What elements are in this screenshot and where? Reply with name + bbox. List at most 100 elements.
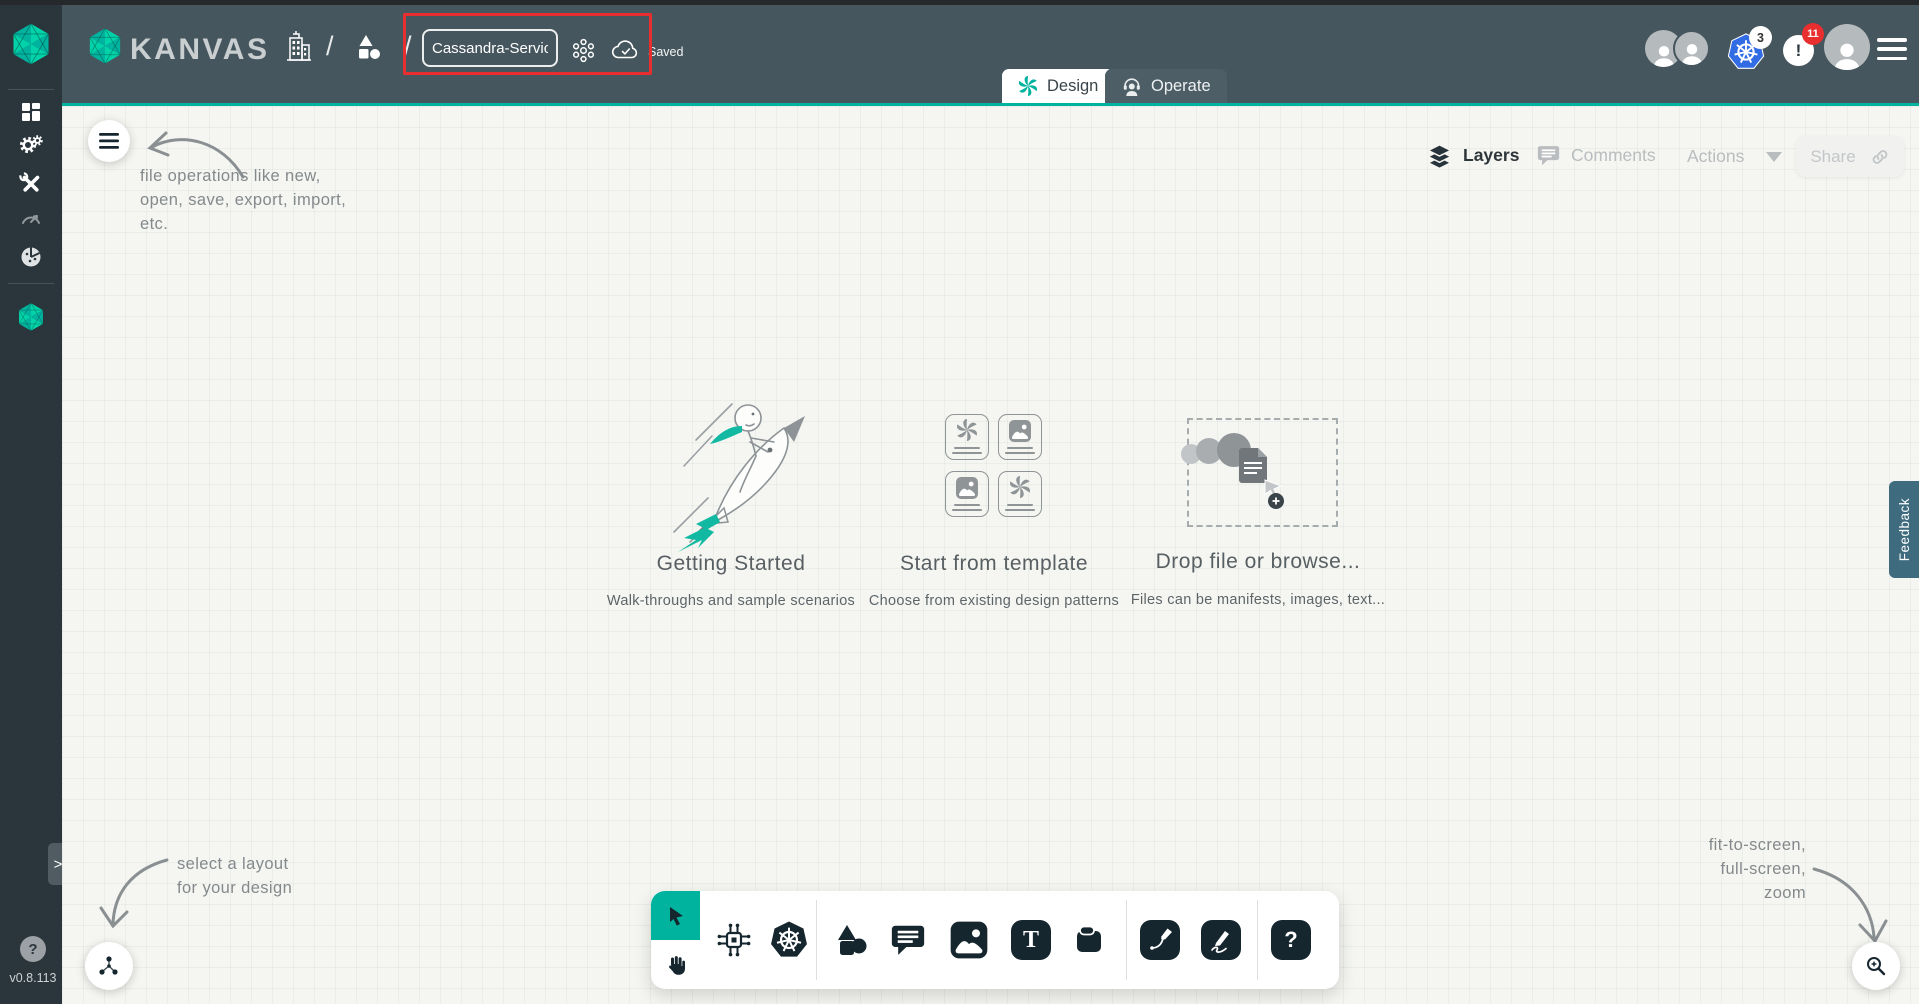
design-spiral-icon [1018, 76, 1038, 96]
sidebar-item-catalog[interactable] [0, 244, 62, 275]
organization-icon[interactable] [284, 29, 314, 70]
image-icon [949, 920, 989, 960]
upload-illustration [1181, 433, 1284, 509]
actions-label: Actions [1687, 146, 1745, 166]
gears-icon [18, 133, 44, 164]
sidebar-item-toolkit[interactable] [0, 171, 62, 202]
card-subtitle: Files can be manifests, images, text... [1130, 592, 1386, 608]
template-thumb [945, 471, 989, 517]
design-name-input[interactable] [422, 29, 558, 67]
file-ops-annotation: file operations like new, open, save, ex… [140, 167, 347, 233]
kubernetes-tool-button[interactable] [768, 919, 810, 961]
saved-status: Saved [648, 45, 684, 59]
text-tool-button[interactable]: T [1010, 919, 1052, 961]
notification-count-badge: 11 [1802, 23, 1824, 45]
comments-icon [1536, 143, 1561, 168]
shapes-tool-button[interactable] [831, 919, 873, 961]
note-tool-button[interactable] [1068, 919, 1110, 961]
freehand-tool-button[interactable] [1200, 919, 1242, 961]
toolbar-help-button[interactable]: ? [1270, 919, 1312, 961]
tab-operate[interactable]: Operate [1105, 69, 1227, 103]
comments-button[interactable]: Comments [1536, 143, 1656, 168]
kubernetes-context-button[interactable]: 3 [1727, 26, 1772, 72]
user-avatar[interactable] [1824, 24, 1870, 70]
sidebar-item-dashboard[interactable] [0, 100, 62, 129]
template-thumb [998, 471, 1042, 517]
layout-annotation: select a layout for your design [177, 855, 293, 897]
pen-tool-button[interactable] [1139, 919, 1181, 961]
pencil-scribble-icon [1211, 931, 1229, 953]
components-tool-button[interactable] [713, 919, 755, 961]
template-thumb [998, 414, 1042, 460]
zoom-arrow [1812, 867, 1888, 944]
file-drop-zone[interactable] [1181, 418, 1338, 527]
notifications-button[interactable]: ! 11 [1781, 23, 1829, 75]
file-menu-button[interactable] [88, 120, 130, 162]
environment-cluster-icon[interactable] [570, 37, 597, 69]
kanvas-app: ? v0.8.113 > KANVAS / / Cassandra-Servic… [0, 0, 1919, 1004]
sidebar-divider [8, 283, 54, 284]
image-tool-button[interactable] [948, 919, 990, 961]
layers-toggle[interactable]: Layers [1426, 142, 1519, 169]
breadcrumb-separator: / [326, 31, 334, 61]
comments-label: Comments [1571, 145, 1656, 165]
share-button[interactable]: Share [1796, 136, 1904, 177]
operate-headset-icon [1123, 77, 1140, 96]
layers-icon [1426, 143, 1453, 169]
sidebar-item-settings[interactable] [0, 133, 62, 164]
kubernetes-count-badge: 3 [1749, 26, 1772, 49]
sidebar-item-kanvas[interactable] [0, 302, 62, 332]
template-thumb [945, 414, 989, 460]
tab-operate-label: Operate [1151, 76, 1211, 95]
tab-design-label: Design [1047, 76, 1099, 95]
help-button[interactable]: ? [20, 936, 46, 962]
meshery-logo[interactable] [0, 22, 62, 66]
header-menu-button[interactable] [1877, 38, 1907, 60]
layout-select-button[interactable] [85, 942, 133, 990]
shapes-icon [838, 925, 867, 955]
actions-dropdown[interactable]: Actions [1687, 146, 1783, 167]
catalog-pie-icon [18, 244, 44, 275]
tools-icon [18, 171, 44, 202]
feedback-tab[interactable]: Feedback [1889, 481, 1919, 578]
rocket-illustration [673, 403, 805, 552]
cursor-icon [669, 906, 683, 926]
pen-path-icon [1150, 928, 1172, 950]
share-label: Share [1810, 146, 1856, 166]
dashboard-icon [19, 100, 43, 129]
layout-graph-icon [99, 956, 118, 975]
sidebar-divider [8, 89, 54, 90]
help-glyph: ? [28, 940, 38, 958]
link-icon [1872, 149, 1888, 164]
chevron-down-icon [1766, 151, 1783, 162]
feedback-label: Feedback [1896, 497, 1912, 562]
comment-tool-button[interactable] [887, 919, 929, 961]
note-icon [1077, 925, 1101, 952]
toolbar-divider [816, 900, 817, 980]
toolbar-divider [1257, 900, 1258, 980]
sidebar-item-performance[interactable] [0, 207, 62, 236]
layers-label: Layers [1463, 145, 1520, 165]
tab-design[interactable]: Design [1002, 69, 1115, 103]
zoom-in-icon [1867, 957, 1886, 976]
card-title: Drop file or browse... [1155, 550, 1361, 573]
kubernetes-icon [769, 920, 809, 960]
design-canvas[interactable]: file operations like new, open, save, ex… [62, 106, 1919, 1004]
workspace-shapes-icon[interactable] [352, 31, 388, 72]
version-label: v0.8.113 [9, 971, 57, 985]
pan-tool-button[interactable] [651, 940, 700, 989]
zoom-button[interactable] [1852, 942, 1900, 990]
kanvas-logo-icon[interactable] [86, 27, 124, 70]
app-header: KANVAS / / Cassandra-Service Saved 3 ! 1… [62, 5, 1919, 103]
zoom-annotation: fit-to-screen, full-screen, zoom [1708, 836, 1806, 902]
breadcrumb-separator: / [404, 31, 412, 61]
cloud-saved-icon [610, 37, 642, 68]
brand-wordmark: KANVAS [130, 33, 270, 66]
collaborator-avatar[interactable] [1673, 30, 1710, 67]
speedometer-icon [19, 207, 43, 236]
layout-arrow [99, 858, 169, 929]
component-chip-icon [717, 923, 751, 957]
select-tool-button[interactable] [651, 891, 700, 940]
hand-icon [668, 955, 685, 975]
menu-icon [99, 133, 119, 149]
